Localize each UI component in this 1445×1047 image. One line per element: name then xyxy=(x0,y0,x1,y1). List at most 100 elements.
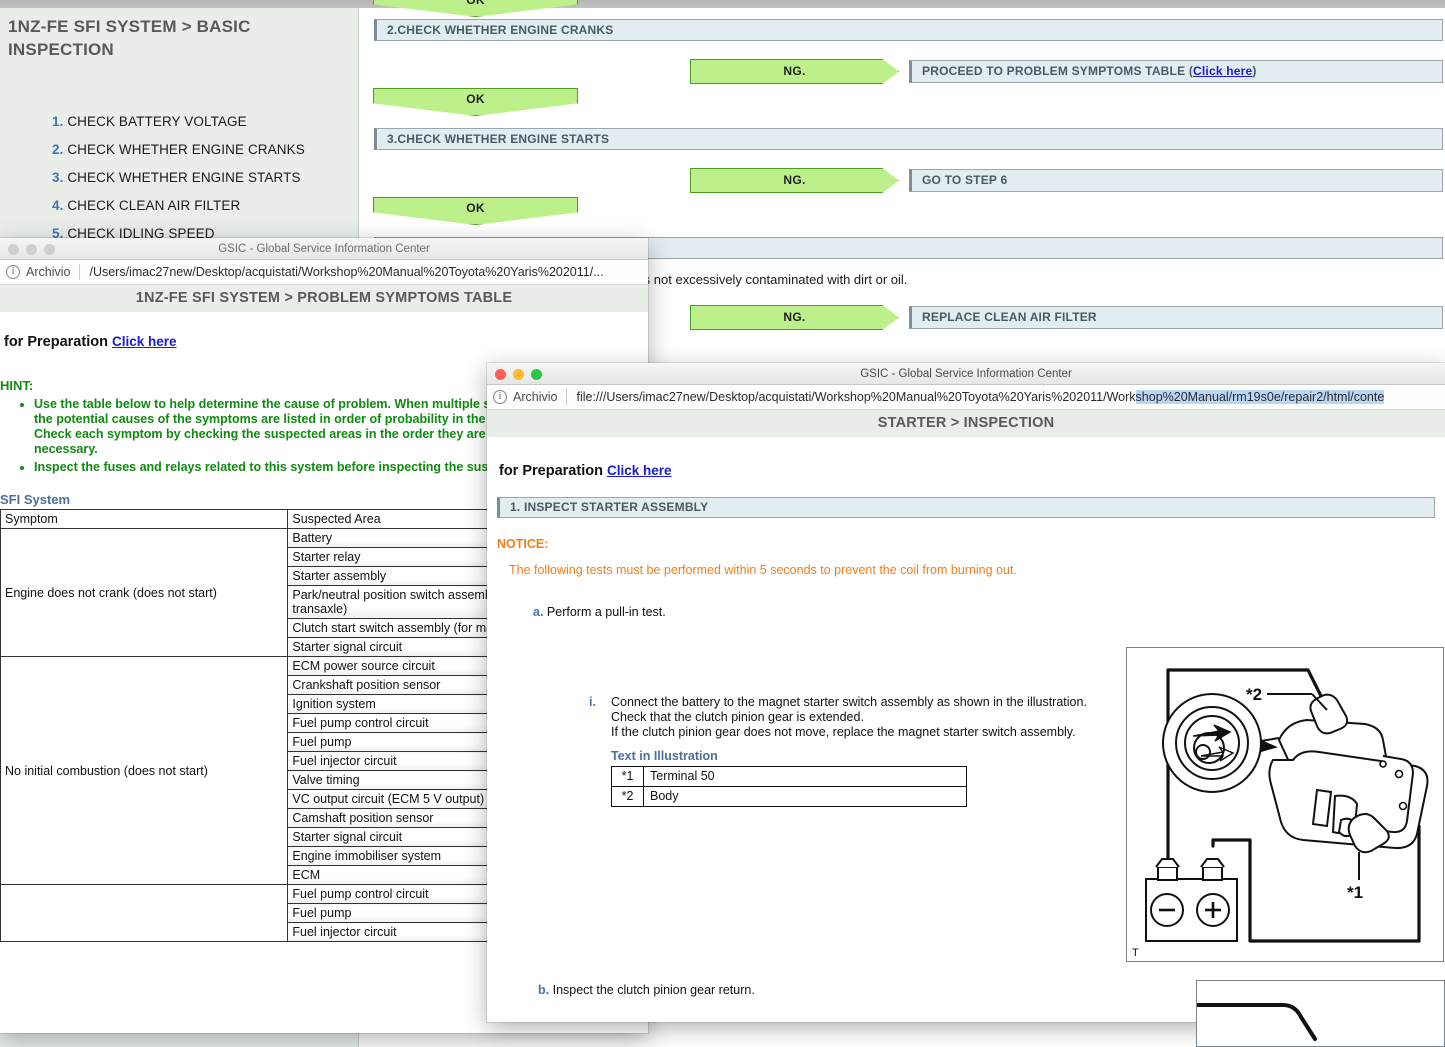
illustration-corner-tag: T xyxy=(1132,947,1139,959)
result-text-suffix: ) xyxy=(1252,64,1256,78)
list-number: 3. xyxy=(52,170,63,185)
info-icon[interactable]: i xyxy=(6,265,20,279)
arrow-label: NG. xyxy=(783,64,805,78)
substep-a: a. Perform a pull-in test. xyxy=(487,577,1445,619)
sidebar-item-check-clean-air-filter[interactable]: 4. CHECK CLEAN AIR FILTER xyxy=(52,198,352,213)
substep-text: Inspect the clutch pinion gear return. xyxy=(553,983,755,997)
address-bar-url[interactable]: file:///Users/imac27new/Desktop/acquista… xyxy=(576,390,1384,404)
callout-key: *2 xyxy=(612,787,644,807)
cell-symptom-blank xyxy=(1,885,288,942)
callout-2-label: *2 xyxy=(1246,685,1262,704)
info-icon[interactable]: i xyxy=(493,390,507,404)
address-bar-url[interactable]: /Users/imac27new/Desktop/acquistati/Work… xyxy=(89,265,603,279)
cell-symptom-engine-does-not-crank: Engine does not crank (does not start) xyxy=(1,529,288,657)
callout-value: Terminal 50 xyxy=(644,767,967,787)
window-titlebar[interactable]: GSIC - Global Service Information Center xyxy=(0,238,648,260)
preparation-label: for Preparation xyxy=(4,334,108,350)
flow-arrow-ng-step3: NG. xyxy=(690,168,899,193)
preparation-label: for Preparation xyxy=(499,463,603,479)
flow-arrow-ok-step3: OK xyxy=(373,197,578,225)
arrow-label: OK xyxy=(466,201,485,215)
sidebar-item-check-engine-starts[interactable]: 3. CHECK WHETHER ENGINE STARTS xyxy=(52,170,352,185)
step-header-inspect-starter-assembly[interactable]: 1. INSPECT STARTER ASSEMBLY xyxy=(497,497,1435,518)
window-title: GSIC - Global Service Information Center xyxy=(0,238,648,260)
close-button-icon[interactable] xyxy=(8,244,19,255)
arrow-label: OK xyxy=(466,92,485,106)
document-banner: STARTER > INSPECTION xyxy=(487,410,1445,437)
starter-diagram-svg: *2 *1 T xyxy=(1127,648,1445,963)
substep-marker: i. xyxy=(589,695,596,710)
close-button-icon[interactable] xyxy=(495,369,506,380)
list-label: CHECK WHETHER ENGINE CRANKS xyxy=(67,142,304,157)
column-header-symptom: Symptom xyxy=(1,510,288,529)
file-source-label: Archivio xyxy=(26,265,70,279)
document-banner: 1NZ-FE SFI SYSTEM > PROBLEM SYMPTOMS TAB… xyxy=(0,285,648,312)
result-text: PROCEED TO PROBLEM SYMPTOMS TABLE ( xyxy=(922,64,1193,78)
result-replace-clean-air-filter: REPLACE CLEAN AIR FILTER xyxy=(909,306,1443,329)
preparation-line: for Preparation Click here xyxy=(487,437,1445,479)
list-number: 4. xyxy=(52,198,63,213)
flow-arrow-ok-step2: OK xyxy=(373,88,578,116)
callout-value: Body xyxy=(644,787,967,807)
flow-arrow-ng-step2: NG. xyxy=(690,59,899,84)
cell-symptom-no-initial-combustion: No initial combustion (does not start) xyxy=(1,657,288,885)
substep-i: i. Connect the battery to the magnet sta… xyxy=(589,695,1094,807)
file-source-label: Archivio xyxy=(513,390,557,404)
link-click-here-symptoms[interactable]: Click here xyxy=(1193,64,1252,78)
notice-text: The following tests must be performed wi… xyxy=(487,551,1445,577)
flow-arrow-ng-step4: NG. xyxy=(690,305,899,330)
screen-root: 1NZ-FE SFI SYSTEM > BASIC INSPECTION 1. … xyxy=(0,0,1445,1047)
text-in-illustration-label: Text in Illustration xyxy=(611,749,1094,764)
callout-1-label: *1 xyxy=(1347,883,1363,902)
table-row: *2 Body xyxy=(612,787,967,807)
step-header-3[interactable]: 3.CHECK WHETHER ENGINE STARTS xyxy=(374,128,1443,150)
table-row: *1 Terminal 50 xyxy=(612,767,967,787)
clutch-pinion-return-illustration xyxy=(1196,980,1445,1047)
arrow-label: NG. xyxy=(783,310,805,324)
window-toolbar[interactable]: i Archivio /Users/imac27new/Desktop/acqu… xyxy=(0,260,648,285)
toolbar-divider xyxy=(79,264,80,280)
sidebar-item-check-engine-cranks[interactable]: 2. CHECK WHETHER ENGINE CRANKS xyxy=(52,142,352,157)
result-proceed-to-symptoms-table: PROCEED TO PROBLEM SYMPTOMS TABLE (Click… xyxy=(909,60,1443,83)
sidebar-item-check-battery-voltage[interactable]: 1. CHECK BATTERY VOLTAGE xyxy=(52,114,352,129)
window-toolbar[interactable]: i Archivio file:///Users/imac27new/Deskt… xyxy=(487,385,1445,410)
maximize-button-icon[interactable] xyxy=(44,244,55,255)
starter-pull-in-test-illustration: *2 *1 T xyxy=(1126,647,1444,962)
step-header-2[interactable]: 2.CHECK WHETHER ENGINE CRANKS xyxy=(374,19,1443,41)
desktop-top-bar xyxy=(0,0,1445,8)
arrow-label: NG. xyxy=(783,173,805,187)
list-label: CHECK WHETHER ENGINE STARTS xyxy=(67,170,300,185)
list-number: 1. xyxy=(52,114,63,129)
result-go-to-step-6: GO TO STEP 6 xyxy=(909,169,1443,192)
page-title: 1NZ-FE SFI SYSTEM > BASIC INSPECTION xyxy=(8,16,348,62)
substep-b: b. Inspect the clutch pinion gear return… xyxy=(538,983,755,997)
window-title: GSIC - Global Service Information Center xyxy=(487,363,1445,385)
window-controls[interactable] xyxy=(495,369,542,380)
callout-key: *1 xyxy=(612,767,644,787)
flow-arrow-ok-top: OK xyxy=(373,0,578,17)
substep-marker: a. xyxy=(533,605,543,619)
url-plain-part: file:///Users/imac27new/Desktop/acquista… xyxy=(576,390,1135,404)
list-number: 2. xyxy=(52,142,63,157)
inspection-step-list: 1. CHECK BATTERY VOLTAGE 2. CHECK WHETHE… xyxy=(52,114,352,254)
notice-label: NOTICE: xyxy=(487,518,1445,551)
substep-text: Connect the battery to the magnet starte… xyxy=(611,695,1087,739)
window-controls[interactable] xyxy=(8,244,55,255)
url-selected-part: shop%20Manual/rm19s0e/repair2/html/conte xyxy=(1136,390,1385,404)
arrow-label: OK xyxy=(466,0,485,7)
toolbar-divider xyxy=(566,389,567,405)
maximize-button-icon[interactable] xyxy=(531,369,542,380)
substep-marker: b. xyxy=(538,983,549,997)
list-label: CHECK CLEAN AIR FILTER xyxy=(67,198,240,213)
clean-air-filter-paragraph: ter is not excessively contaminated with… xyxy=(622,272,907,287)
link-click-here-preparation[interactable]: Click here xyxy=(607,463,672,478)
list-label: CHECK BATTERY VOLTAGE xyxy=(67,114,246,129)
link-click-here-preparation[interactable]: Click here xyxy=(112,334,177,349)
text-in-illustration-table: *1 Terminal 50 *2 Body xyxy=(611,766,967,807)
window-titlebar[interactable]: GSIC - Global Service Information Center xyxy=(487,363,1445,385)
minimize-button-icon[interactable] xyxy=(26,244,37,255)
preparation-line: for Preparation Click here xyxy=(0,312,648,350)
substep-text: Perform a pull-in test. xyxy=(547,605,666,619)
clutch-pinion-return-svg xyxy=(1197,981,1445,1047)
minimize-button-icon[interactable] xyxy=(513,369,524,380)
